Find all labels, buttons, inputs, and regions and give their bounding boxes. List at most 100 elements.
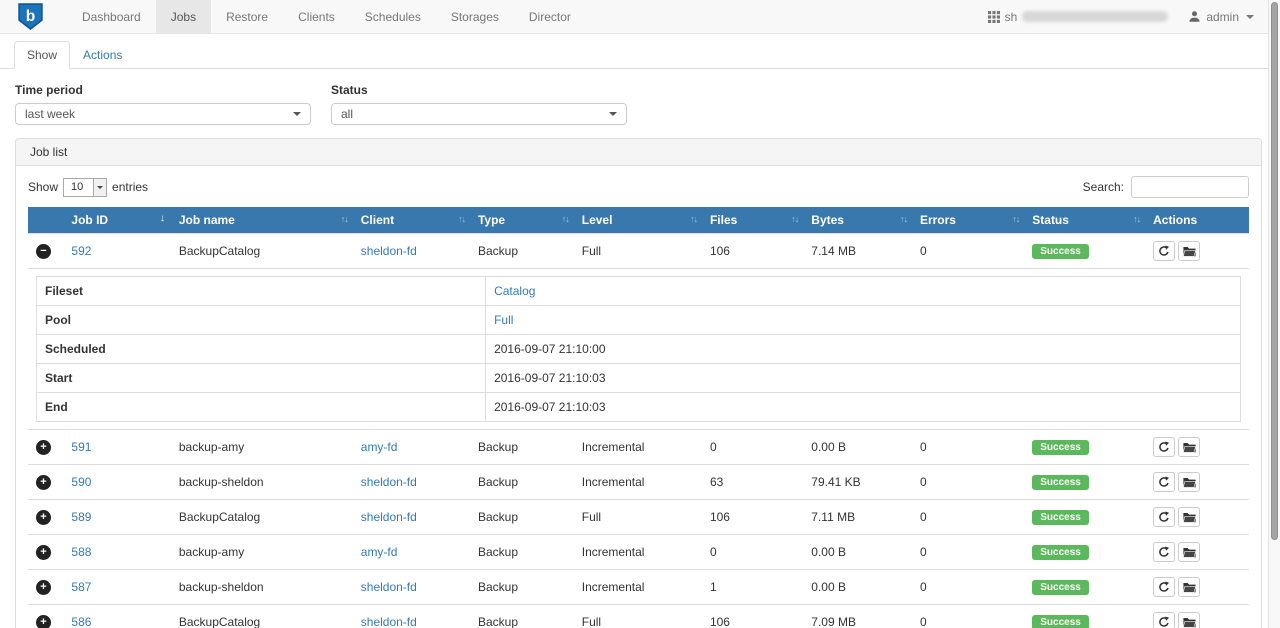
job-files-button[interactable] (1178, 507, 1200, 527)
search-input[interactable] (1131, 176, 1249, 198)
job-files-button[interactable] (1178, 577, 1200, 597)
collapse-row-button[interactable]: − (36, 244, 51, 259)
job-id-link[interactable]: 591 (71, 440, 91, 454)
nav-item-clients[interactable]: Clients (283, 0, 350, 33)
job-files-button[interactable] (1178, 241, 1200, 261)
client-link[interactable]: amy-fd (361, 440, 398, 454)
bytes-cell: 7.14 MB (803, 234, 912, 269)
job-id-link[interactable]: 590 (71, 475, 91, 489)
user-menu[interactable]: admin (1188, 10, 1254, 24)
detail-value-link[interactable]: Full (494, 313, 513, 327)
job-id-link[interactable]: 586 (71, 615, 91, 628)
job-files-button[interactable] (1178, 472, 1200, 492)
rerun-job-button[interactable] (1153, 437, 1175, 457)
column-header-bytes[interactable]: Bytes↑↓ (803, 207, 912, 234)
job-files-button[interactable] (1178, 612, 1200, 628)
job-detail-table: FilesetCatalogPoolFullScheduled2016-09-0… (36, 276, 1241, 422)
column-header-files[interactable]: Files↑↓ (702, 207, 803, 234)
expand-row-button[interactable]: + (36, 510, 51, 525)
bytes-cell: 7.09 MB (803, 605, 912, 628)
jobs-table-body: −592BackupCatalogsheldon-fdBackupFull106… (28, 234, 1249, 628)
rerun-job-button[interactable] (1153, 612, 1175, 628)
level-cell: Incremental (574, 465, 702, 500)
client-link[interactable]: sheldon-fd (361, 615, 417, 628)
bareos-logo[interactable]: b (18, 0, 43, 33)
search-control: Search: (1083, 176, 1249, 198)
nav-item-dashboard[interactable]: Dashboard (67, 0, 156, 33)
folder-icon (1183, 582, 1196, 593)
expand-row-button[interactable]: + (36, 580, 51, 595)
expand-row-button[interactable]: + (36, 545, 51, 560)
rerun-job-button[interactable] (1153, 577, 1175, 597)
rerun-job-button[interactable] (1153, 507, 1175, 527)
status-label: Status (331, 83, 627, 97)
job-files-button[interactable] (1178, 542, 1200, 562)
scrollbar-thumb[interactable] (1271, 2, 1278, 540)
column-header-job-id[interactable]: Job ID↓ (63, 207, 170, 234)
status-select[interactable]: all (331, 103, 627, 125)
status-cell: Success (1024, 430, 1145, 465)
job-id-link[interactable]: 588 (71, 545, 91, 559)
job-files-button[interactable] (1178, 437, 1200, 457)
client-link[interactable]: sheldon-fd (361, 580, 417, 594)
client-link[interactable]: sheldon-fd (361, 510, 417, 524)
tab-show[interactable]: Show (14, 41, 70, 69)
job-id-link[interactable]: 589 (71, 510, 91, 524)
status-cell: Success (1024, 465, 1145, 500)
bareos-shield-icon: b (18, 3, 43, 30)
errors-cell: 0 (912, 570, 1024, 605)
detail-value-link[interactable]: Catalog (494, 284, 535, 298)
expand-row-button[interactable]: + (36, 615, 51, 628)
rerun-job-button[interactable] (1153, 241, 1175, 261)
column-header-level[interactable]: Level↑↓ (574, 207, 702, 234)
sort-icon: ↑↓ (562, 214, 569, 224)
svg-text:b: b (26, 8, 36, 25)
time-period-label: Time period (15, 83, 311, 97)
main-content: Time period last week Status all Job lis… (0, 69, 1280, 628)
rerun-job-button[interactable] (1153, 472, 1175, 492)
client-link[interactable]: sheldon-fd (361, 475, 417, 489)
job-row-589: +589BackupCatalogsheldon-fdBackupFull106… (28, 500, 1249, 535)
status-badge: Success (1032, 510, 1089, 525)
nav-item-jobs[interactable]: Jobs (156, 0, 211, 33)
page-length-select[interactable]: 10 (63, 178, 107, 197)
expand-row-button[interactable]: + (36, 440, 51, 455)
job-id-link[interactable]: 592 (71, 244, 91, 258)
client-cell: sheldon-fd (353, 465, 470, 500)
job-id-link[interactable]: 587 (71, 580, 91, 594)
column-header-client[interactable]: Client↑↓ (353, 207, 470, 234)
detail-value: 2016-09-07 21:10:03 (486, 364, 1241, 393)
column-header-errors[interactable]: Errors↑↓ (912, 207, 1024, 234)
job-row-592: −592BackupCatalogsheldon-fdBackupFull106… (28, 234, 1249, 269)
client-link[interactable]: sheldon-fd (361, 244, 417, 258)
time-period-select[interactable]: last week (15, 103, 311, 125)
level-cell: Full (574, 605, 702, 628)
client-link[interactable]: amy-fd (361, 545, 398, 559)
type-cell: Backup (470, 465, 574, 500)
tab-actions[interactable]: Actions (70, 41, 135, 69)
rerun-job-button[interactable] (1153, 542, 1175, 562)
level-cell: Full (574, 234, 702, 269)
nav-item-director[interactable]: Director (514, 0, 586, 33)
job-name-cell: BackupCatalog (171, 500, 353, 535)
chevron-down-icon (293, 112, 301, 116)
nav-item-storages[interactable]: Storages (436, 0, 514, 33)
level-cell: Incremental (574, 535, 702, 570)
job-row-588: +588backup-amyamy-fdBackupIncremental00.… (28, 535, 1249, 570)
client-cell: sheldon-fd (353, 605, 470, 628)
host-selector[interactable]: sh (988, 10, 1169, 24)
expand-row-button[interactable]: + (36, 475, 51, 490)
status-value: all (341, 107, 353, 121)
nav-item-restore[interactable]: Restore (211, 0, 283, 33)
client-cell: amy-fd (353, 430, 470, 465)
column-header-status[interactable]: Status↑↓ (1024, 207, 1145, 234)
job-row-591: +591backup-amyamy-fdBackupIncremental00.… (28, 430, 1249, 465)
nav-item-schedules[interactable]: Schedules (350, 0, 436, 33)
client-cell: amy-fd (353, 535, 470, 570)
detail-row-pool: PoolFull (37, 306, 1241, 335)
column-header-job-name[interactable]: Job name↑↓ (171, 207, 353, 234)
column-header-type[interactable]: Type↑↓ (470, 207, 574, 234)
host-name-redacted (1022, 11, 1168, 22)
job-row-587: +587backup-sheldonsheldon-fdBackupIncrem… (28, 570, 1249, 605)
errors-cell: 0 (912, 535, 1024, 570)
